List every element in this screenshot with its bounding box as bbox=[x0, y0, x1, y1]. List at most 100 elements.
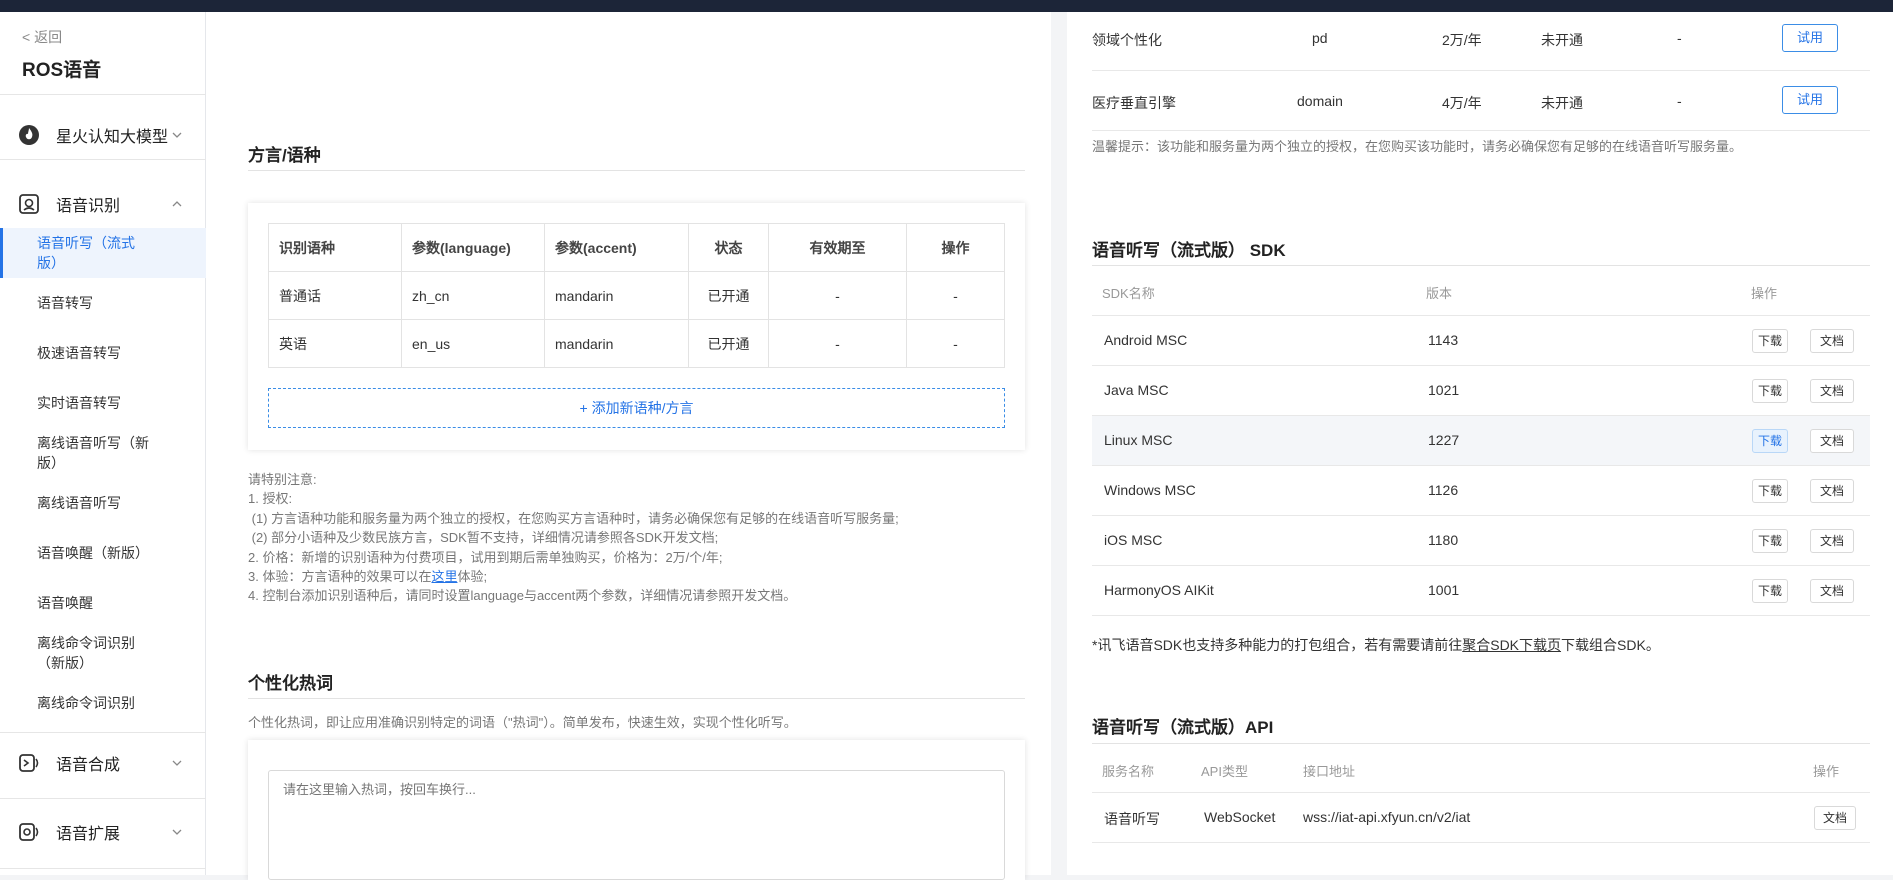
divider bbox=[0, 868, 206, 869]
sidebar-group-extension[interactable]: 语音扩展 bbox=[0, 810, 206, 854]
speech-extension-icon bbox=[19, 823, 39, 841]
feature-row: 医疗垂直引擎 domain 4万/年 未开通 - 试用 bbox=[1092, 71, 1870, 131]
note-line: 2. 价格：新增的识别语种为付费项目，试用到期后需单独购买，价格为：2万/个/年… bbox=[248, 549, 723, 565]
divider bbox=[1092, 743, 1870, 744]
dialect-card: 识别语种 参数(language) 参数(accent) 状态 有效期至 操作 … bbox=[248, 203, 1025, 450]
top-bar bbox=[0, 0, 1893, 12]
sidebar-item-offline-command-new[interactable]: 离线命令词识别（新版） bbox=[0, 633, 206, 673]
table-cell: - bbox=[768, 319, 907, 368]
back-link[interactable]: < 返回 bbox=[22, 27, 62, 47]
column-header: API类型 bbox=[1201, 764, 1248, 779]
sdk-name: Android MSC bbox=[1104, 332, 1188, 348]
sidebar-group-label: 星火认知大模型 bbox=[56, 129, 169, 146]
download-button[interactable]: 下载 bbox=[1752, 479, 1788, 503]
sidebar-group-label: 语音合成 bbox=[56, 757, 121, 774]
hotword-section-title: 个性化热词 bbox=[248, 674, 333, 693]
table-cell: en_us bbox=[401, 319, 545, 368]
api-service: 语音听写 bbox=[1104, 811, 1160, 827]
api-row: 语音听写 WebSocket wss://iat-api.xfyun.cn/v2… bbox=[1092, 793, 1870, 843]
doc-button[interactable]: 文档 bbox=[1810, 429, 1854, 453]
column-header: 操作 bbox=[906, 223, 1005, 272]
hotword-input[interactable] bbox=[268, 770, 1005, 880]
sidebar-item-iat-stream[interactable]: 语音听写（流式版） bbox=[0, 228, 206, 278]
note-line: (1) 方言语种功能和服务量为两个独立的授权，在您购买方言语种时，请务必确保您有… bbox=[248, 510, 899, 526]
sdk-row: iOS MSC 1180 下载 文档 bbox=[1092, 516, 1870, 566]
doc-button[interactable]: 文档 bbox=[1810, 579, 1854, 603]
sidebar-item-fast-transcription[interactable]: 极速语音转写 bbox=[0, 343, 206, 363]
feature-price: 4万/年 bbox=[1442, 95, 1482, 111]
column-header: 服务名称 bbox=[1102, 764, 1155, 779]
sidebar-item-offline-command[interactable]: 离线命令词识别 bbox=[0, 693, 206, 713]
dialect-table: 识别语种 参数(language) 参数(accent) 状态 有效期至 操作 … bbox=[268, 223, 1005, 368]
note-line: 请特别注意: bbox=[248, 472, 317, 487]
feature-status: 未开通 bbox=[1541, 95, 1583, 111]
sidebar-item-realtime-transcription[interactable]: 实时语音转写 bbox=[0, 393, 206, 413]
sidebar-item-offline-iat-new[interactable]: 离线语音听写（新版） bbox=[0, 433, 206, 473]
sidebar-group-tts[interactable]: 语音合成 bbox=[0, 741, 206, 785]
note-text: 体验; bbox=[457, 569, 488, 585]
sdk-row: Linux MSC 1227 下载 文档 bbox=[1092, 416, 1870, 466]
column-header: 参数(language) bbox=[401, 223, 545, 272]
experience-link[interactable]: 这里 bbox=[431, 569, 457, 584]
add-dialect-button[interactable]: + 添加新语种/方言 bbox=[268, 388, 1005, 428]
table-cell: mandarin bbox=[544, 319, 689, 368]
table-cell: - bbox=[906, 319, 1005, 368]
note-line: 3. 体验：方言语种的效果可以在这里体验; bbox=[248, 567, 899, 586]
sidebar-group-asr[interactable]: 语音识别 bbox=[0, 182, 206, 226]
try-button[interactable]: 试用 bbox=[1782, 86, 1838, 114]
download-button[interactable]: 下载 bbox=[1752, 579, 1788, 603]
speech-recognition-icon bbox=[19, 194, 39, 214]
feature-status: 未开通 bbox=[1541, 32, 1583, 48]
sidebar-item-label: 离线命令词识别（新版） bbox=[37, 635, 135, 671]
sdk-version: 1021 bbox=[1428, 382, 1460, 398]
sdk-section-title: 语音听写（流式版） SDK bbox=[1092, 241, 1286, 260]
sidebar-item-transcription[interactable]: 语音转写 bbox=[0, 293, 206, 313]
chevron-down-icon bbox=[172, 760, 182, 766]
sidebar-item-wakeup-new[interactable]: 语音唤醒（新版） bbox=[0, 543, 206, 563]
doc-button[interactable]: 文档 bbox=[1810, 479, 1854, 503]
download-button[interactable]: 下载 bbox=[1752, 429, 1788, 453]
table-header-row: 识别语种 参数(language) 参数(accent) 状态 有效期至 操作 bbox=[268, 223, 1005, 272]
status-cell: 已开通 bbox=[688, 271, 769, 320]
sdk-name: Windows MSC bbox=[1104, 482, 1196, 498]
aggregate-sdk-link[interactable]: 聚合SDK下载页 bbox=[1462, 637, 1561, 653]
sdk-name: Java MSC bbox=[1104, 382, 1169, 398]
feature-tip: 温馨提示：该功能和服务量为两个独立的授权，在您购买该功能时，请务必确保您有足够的… bbox=[1092, 139, 1743, 154]
note-text: 3. 体验：方言语种的效果可以在 bbox=[248, 569, 432, 585]
sidebar-group-spark[interactable]: 星火认知大模型 bbox=[0, 113, 206, 157]
doc-button[interactable]: 文档 bbox=[1810, 529, 1854, 553]
flame-icon bbox=[19, 125, 39, 145]
sidebar-item-wakeup[interactable]: 语音唤醒 bbox=[0, 593, 206, 613]
feature-name: 医疗垂直引擎 bbox=[1092, 95, 1176, 111]
column-header: SDK名称 bbox=[1102, 286, 1155, 301]
sdk-row: Java MSC 1021 下载 文档 bbox=[1092, 366, 1870, 416]
doc-button[interactable]: 文档 bbox=[1814, 806, 1856, 830]
divider bbox=[248, 698, 1025, 699]
sidebar-item-label: 语音听写（流式版） bbox=[37, 235, 135, 271]
hotword-description: 个性化热词，即让应用准确识别特定的词语（"热词"）。简单发布，快速生效，实现个性… bbox=[248, 715, 797, 730]
table-cell: - bbox=[906, 271, 1005, 320]
api-section-title: 语音听写（流式版）API bbox=[1092, 718, 1274, 737]
sidebar-item-label: 语音唤醒（新版） bbox=[37, 545, 149, 561]
sidebar-group-label: 语音识别 bbox=[56, 198, 121, 215]
sidebar-item-offline-iat[interactable]: 离线语音听写 bbox=[0, 493, 206, 513]
divider bbox=[0, 159, 206, 160]
sdk-row: HarmonyOS AIKit 1001 下载 文档 bbox=[1092, 566, 1870, 616]
feature-row: 领域个性化 pd 2万/年 未开通 - 试用 bbox=[1092, 21, 1870, 71]
footnote-text: *讯飞语音SDK也支持多种能力的打包组合，若有需要请前往 bbox=[1092, 637, 1463, 653]
column-header: 状态 bbox=[688, 223, 769, 272]
table-cell: 英语 bbox=[268, 319, 402, 368]
status-cell: 已开通 bbox=[688, 319, 769, 368]
download-button[interactable]: 下载 bbox=[1752, 379, 1788, 403]
download-button[interactable]: 下载 bbox=[1752, 529, 1788, 553]
dialect-notes: 请特别注意: 1. 授权: (1) 方言语种功能和服务量为两个独立的授权，在您购… bbox=[248, 470, 899, 606]
chevron-down-icon bbox=[172, 829, 182, 835]
doc-button[interactable]: 文档 bbox=[1810, 379, 1854, 403]
footnote-text: 下载组合SDK。 bbox=[1561, 637, 1660, 653]
right-panel: 领域个性化 pd 2万/年 未开通 - 试用 医疗垂直引擎 domain 4万/… bbox=[1051, 12, 1893, 875]
try-button[interactable]: 试用 bbox=[1782, 24, 1838, 52]
download-button[interactable]: 下载 bbox=[1752, 329, 1788, 353]
doc-button[interactable]: 文档 bbox=[1810, 329, 1854, 353]
table-cell: mandarin bbox=[544, 271, 689, 320]
feature-param: pd bbox=[1312, 30, 1328, 46]
